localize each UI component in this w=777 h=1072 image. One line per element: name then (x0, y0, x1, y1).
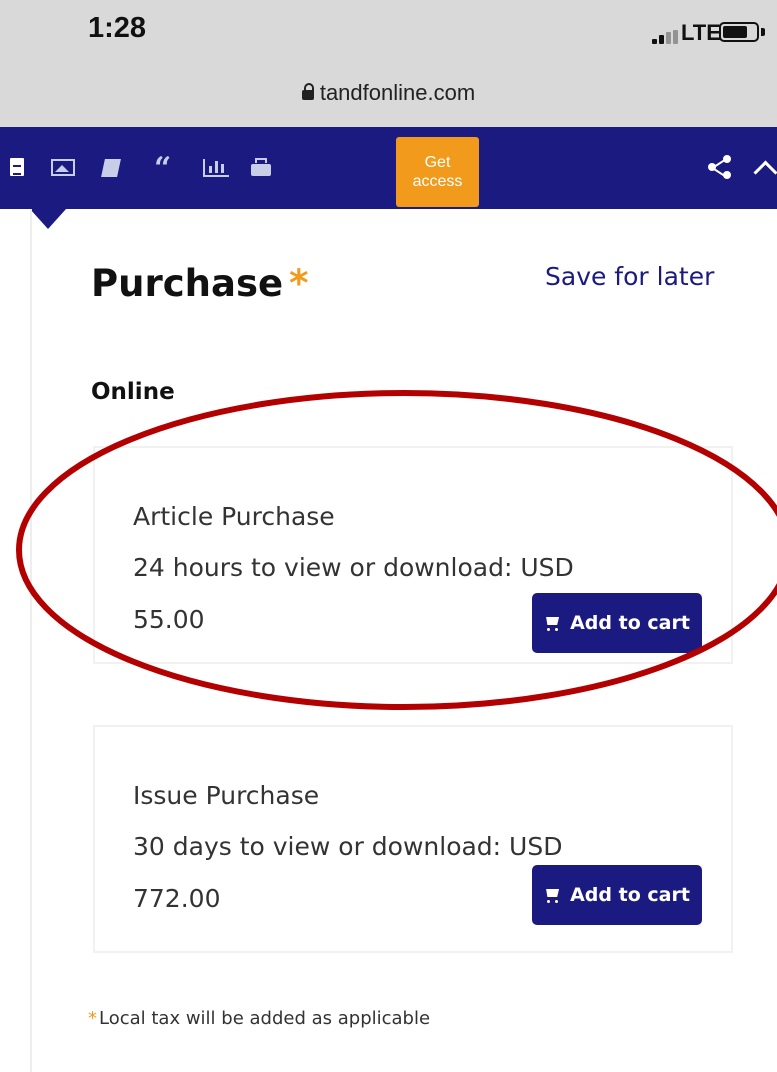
lock-icon (301, 83, 314, 100)
signal-icon (652, 30, 678, 44)
quote-icon[interactable]: “ (154, 151, 171, 186)
share-icon[interactable] (708, 155, 732, 179)
add-to-cart-label: Add to cart (570, 612, 690, 634)
book-icon[interactable] (101, 159, 121, 177)
required-asterisk: * (289, 262, 309, 305)
add-to-cart-button[interactable]: Add to cart (532, 593, 702, 653)
url-text: tandfonline.com (319, 80, 476, 105)
add-to-cart-label: Add to cart (570, 884, 690, 906)
option-name: Article Purchase (133, 502, 335, 531)
option-description: 30 days to view or download: USD (133, 832, 563, 861)
content-border (30, 209, 32, 1072)
purchase-option-article: Article Purchase 24 hours to view or dow… (93, 446, 733, 664)
tax-asterisk: * (88, 1008, 97, 1029)
battery-tip (761, 28, 765, 36)
status-time: 1:28 (88, 12, 147, 44)
page-title: Purchase * (91, 262, 308, 305)
battery-icon (719, 22, 759, 42)
cart-icon (544, 615, 562, 631)
purchase-option-issue: Issue Purchase 30 days to view or downlo… (93, 725, 733, 953)
add-to-cart-button[interactable]: Add to cart (532, 865, 702, 925)
section-label: Online (91, 379, 175, 405)
image-icon[interactable] (51, 159, 75, 176)
status-bar: 1:28 LTE tandfonline.com (0, 0, 777, 127)
tax-note: * Local tax will be added as applicable (88, 1008, 430, 1029)
chevron-up-icon[interactable] (753, 160, 777, 185)
active-tab-pointer (30, 209, 66, 229)
article-toolbar: “ (0, 127, 777, 209)
option-name: Issue Purchase (133, 781, 320, 810)
page-title-text: Purchase (91, 262, 284, 305)
print-icon[interactable] (251, 158, 271, 176)
option-description: 24 hours to view or download: USD (133, 553, 574, 582)
cart-icon (544, 887, 562, 903)
chart-icon[interactable] (203, 159, 229, 177)
network-label: LTE (681, 20, 721, 45)
document-icon[interactable] (10, 158, 24, 176)
url-bar[interactable]: tandfonline.com (0, 80, 777, 106)
get-access-button[interactable]: Get access (396, 137, 479, 207)
tax-note-text: Local tax will be added as applicable (99, 1008, 431, 1029)
save-for-later-link[interactable]: Save for later (545, 262, 714, 291)
option-price: 772.00 (133, 884, 221, 913)
option-price: 55.00 (133, 605, 205, 634)
